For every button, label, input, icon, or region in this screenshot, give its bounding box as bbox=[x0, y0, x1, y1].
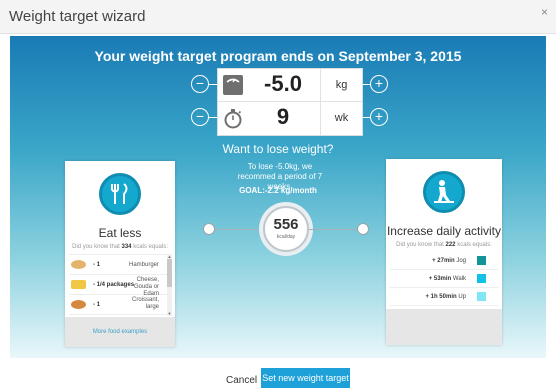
eat-less-did-you-know: Did you know that 334 kcals equals: bbox=[65, 244, 175, 250]
calorie-unit: kcal/day bbox=[276, 234, 296, 240]
food-quantity: - 1 bbox=[93, 262, 101, 268]
list-item: + 27min Jog bbox=[390, 252, 498, 270]
food-list-scrollbar[interactable]: ▲ ▼ bbox=[167, 254, 172, 316]
food-name: Hamburger bbox=[128, 262, 159, 268]
title-bar: Weight target wizard × bbox=[0, 0, 556, 34]
calorie-value: 556 bbox=[273, 216, 299, 233]
duration-minus-button[interactable]: − bbox=[191, 108, 209, 126]
scale-icon bbox=[222, 74, 244, 96]
wizard-panel: Your weight target program ends on Septe… bbox=[10, 36, 546, 358]
weight-minus-button[interactable]: − bbox=[191, 75, 209, 93]
activity-text: + 53min Walk bbox=[394, 276, 466, 282]
duration-value[interactable]: 9 bbox=[252, 104, 314, 130]
cancel-button[interactable]: Cancel bbox=[226, 375, 257, 386]
connector-line bbox=[363, 117, 370, 118]
lose-weight-title: Want to lose weight? bbox=[222, 142, 334, 156]
activity-text: + 1h 50min Up bbox=[394, 294, 466, 300]
food-quantity: - 1 bbox=[93, 302, 101, 308]
activity-did-you-know: Did you know that 222 kcals equals: bbox=[386, 242, 502, 248]
eat-less-slider-handle[interactable] bbox=[203, 223, 215, 235]
activity-text: + 27min Jog bbox=[394, 258, 466, 264]
activity-card: Increase daily activity Did you know tha… bbox=[386, 159, 502, 345]
list-item: - 1/4 packages Cheese, Gouda or Edam bbox=[69, 275, 171, 297]
activity-time: + 1h 50min bbox=[425, 294, 457, 300]
weight-value[interactable]: -5.0 bbox=[252, 71, 314, 97]
target-input-box: -5.0 kg 9 wk bbox=[217, 68, 363, 136]
activity-footer bbox=[386, 309, 502, 345]
activity-label: Up bbox=[458, 294, 466, 300]
activity-slider-handle[interactable] bbox=[357, 223, 369, 235]
food-name: Croissant, large bbox=[131, 297, 159, 310]
dyk-kcal: 222 bbox=[445, 242, 456, 248]
connector-line bbox=[209, 117, 217, 118]
activity-list: + 27min Jog + 53min Walk + 1h 50min Up bbox=[390, 252, 498, 306]
cheese-icon bbox=[71, 280, 86, 289]
duration-plus-button[interactable]: + bbox=[370, 108, 388, 126]
dyk-prefix: Did you know that bbox=[396, 242, 444, 248]
croissant-icon bbox=[71, 300, 86, 309]
activity-icon bbox=[423, 171, 465, 213]
activity-time: + 53min bbox=[428, 276, 452, 282]
activity-label: Walk bbox=[452, 276, 466, 282]
goal-text: GOAL:-2.2 kg/month bbox=[239, 186, 317, 195]
set-weight-target-button[interactable]: Set new weight target bbox=[261, 368, 350, 388]
close-icon[interactable]: × bbox=[541, 5, 548, 19]
duration-row: 9 wk bbox=[218, 102, 362, 135]
weight-plus-button[interactable]: + bbox=[370, 75, 388, 93]
activity-color-swatch bbox=[477, 292, 486, 301]
activity-color-swatch bbox=[477, 256, 486, 265]
more-food-examples-link[interactable]: More food examples bbox=[65, 317, 175, 347]
hamburger-icon bbox=[71, 260, 86, 269]
list-item: + 53min Walk bbox=[390, 270, 498, 288]
stopwatch-icon bbox=[222, 107, 244, 129]
list-item: - 1 Croissant, large bbox=[69, 295, 171, 315]
activity-color-swatch bbox=[477, 274, 486, 283]
dyk-suffix: kcals equals: bbox=[457, 242, 492, 248]
connector-line bbox=[363, 84, 370, 85]
cutlery-icon bbox=[99, 173, 141, 215]
slider-track bbox=[309, 229, 357, 230]
duration-unit: wk bbox=[320, 102, 362, 135]
dyk-suffix: kcals equals: bbox=[133, 244, 168, 250]
activity-time: + 27min bbox=[432, 258, 455, 264]
activity-title: Increase daily activity bbox=[386, 224, 502, 238]
food-list[interactable]: - 1 Hamburger - 1/4 packages Cheese, Gou… bbox=[69, 254, 171, 316]
scrollbar-thumb[interactable] bbox=[167, 259, 172, 287]
program-end-headline: Your weight target program ends on Septe… bbox=[94, 48, 462, 64]
dyk-prefix: Did you know that bbox=[72, 244, 120, 250]
weight-row: -5.0 kg bbox=[218, 69, 362, 102]
dyk-kcal: 334 bbox=[121, 244, 132, 250]
list-item: + 1h 50min Up bbox=[390, 288, 498, 306]
calorie-circle: 556 kcal/day bbox=[263, 206, 309, 252]
slider-track bbox=[215, 229, 263, 230]
list-item: - 1 Hamburger bbox=[69, 255, 171, 275]
eat-less-card: Eat less Did you know that 334 kcals equ… bbox=[65, 161, 175, 347]
window-title: Weight target wizard bbox=[9, 8, 146, 25]
activity-label: Jog bbox=[456, 258, 466, 264]
eat-less-title: Eat less bbox=[98, 226, 142, 240]
scroll-down-icon[interactable]: ▼ bbox=[167, 311, 172, 316]
weight-unit: kg bbox=[320, 69, 362, 102]
connector-line bbox=[209, 84, 217, 85]
